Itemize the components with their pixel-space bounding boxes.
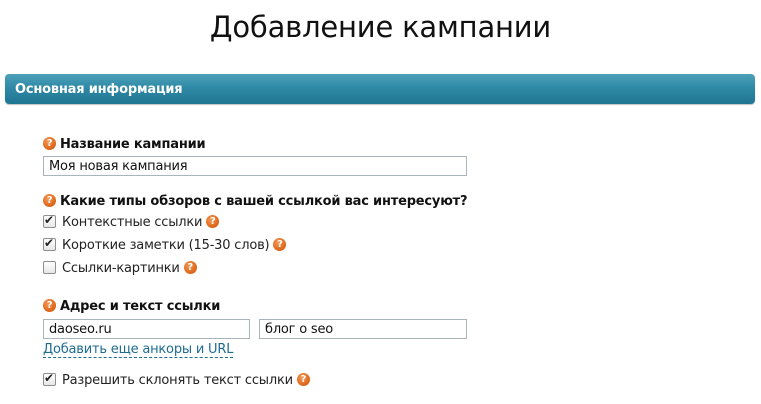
check-icon: ✔ — [44, 371, 54, 385]
campaign-name-input[interactable] — [43, 156, 467, 176]
image-links-label[interactable]: Ссылки-картинки — [62, 261, 180, 276]
campaign-name-label: ? Название кампании — [43, 137, 206, 152]
option-contextual-links[interactable]: ✔ Контекстные ссылки? — [43, 213, 220, 230]
help-icon[interactable]: ? — [296, 373, 310, 386]
section-header: Основная информация — [5, 74, 755, 104]
campaign-name-label-text: Название кампании — [60, 137, 206, 152]
contextual-links-label[interactable]: Контекстные ссылки — [62, 215, 202, 230]
help-icon[interactable]: ? — [43, 194, 56, 207]
help-icon[interactable]: ? — [43, 299, 56, 312]
add-anchors-link[interactable]: Добавить еще анкоры и URL — [43, 342, 233, 358]
inflect-label[interactable]: Разрешить склонять текст ссылки — [62, 373, 293, 388]
link-label: ? Адрес и текст ссылки — [43, 299, 220, 314]
link-url-input[interactable] — [43, 319, 250, 339]
page-title: Добавление кампании — [209, 10, 552, 44]
option-image-links[interactable]: Ссылки-картинки? — [43, 261, 197, 276]
help-icon[interactable]: ? — [273, 238, 287, 251]
check-icon: ✔ — [44, 236, 54, 250]
help-icon[interactable]: ? — [206, 215, 220, 228]
inflect-checkbox[interactable]: ✔ — [43, 371, 56, 386]
short-notes-checkbox[interactable]: ✔ — [43, 236, 56, 251]
check-icon: ✔ — [44, 213, 54, 227]
help-icon[interactable]: ? — [183, 261, 197, 274]
section-header-label: Основная информация — [15, 82, 183, 97]
review-types-label: ? Какие типы обзоров с вашей ссылкой вас … — [43, 194, 468, 209]
help-icon[interactable]: ? — [43, 137, 56, 150]
link-label-text: Адрес и текст ссылки — [60, 299, 221, 314]
image-links-checkbox[interactable] — [43, 261, 56, 274]
option-short-notes[interactable]: ✔ Короткие заметки (15-30 слов)? — [43, 236, 287, 253]
link-anchor-input[interactable] — [259, 319, 467, 339]
contextual-links-checkbox[interactable]: ✔ — [43, 213, 56, 228]
review-types-label-text: Какие типы обзоров с вашей ссылкой вас и… — [60, 194, 468, 209]
option-inflect-link-text[interactable]: ✔ Разрешить склонять текст ссылки? — [43, 371, 310, 388]
short-notes-label[interactable]: Короткие заметки (15-30 слов) — [62, 238, 270, 253]
